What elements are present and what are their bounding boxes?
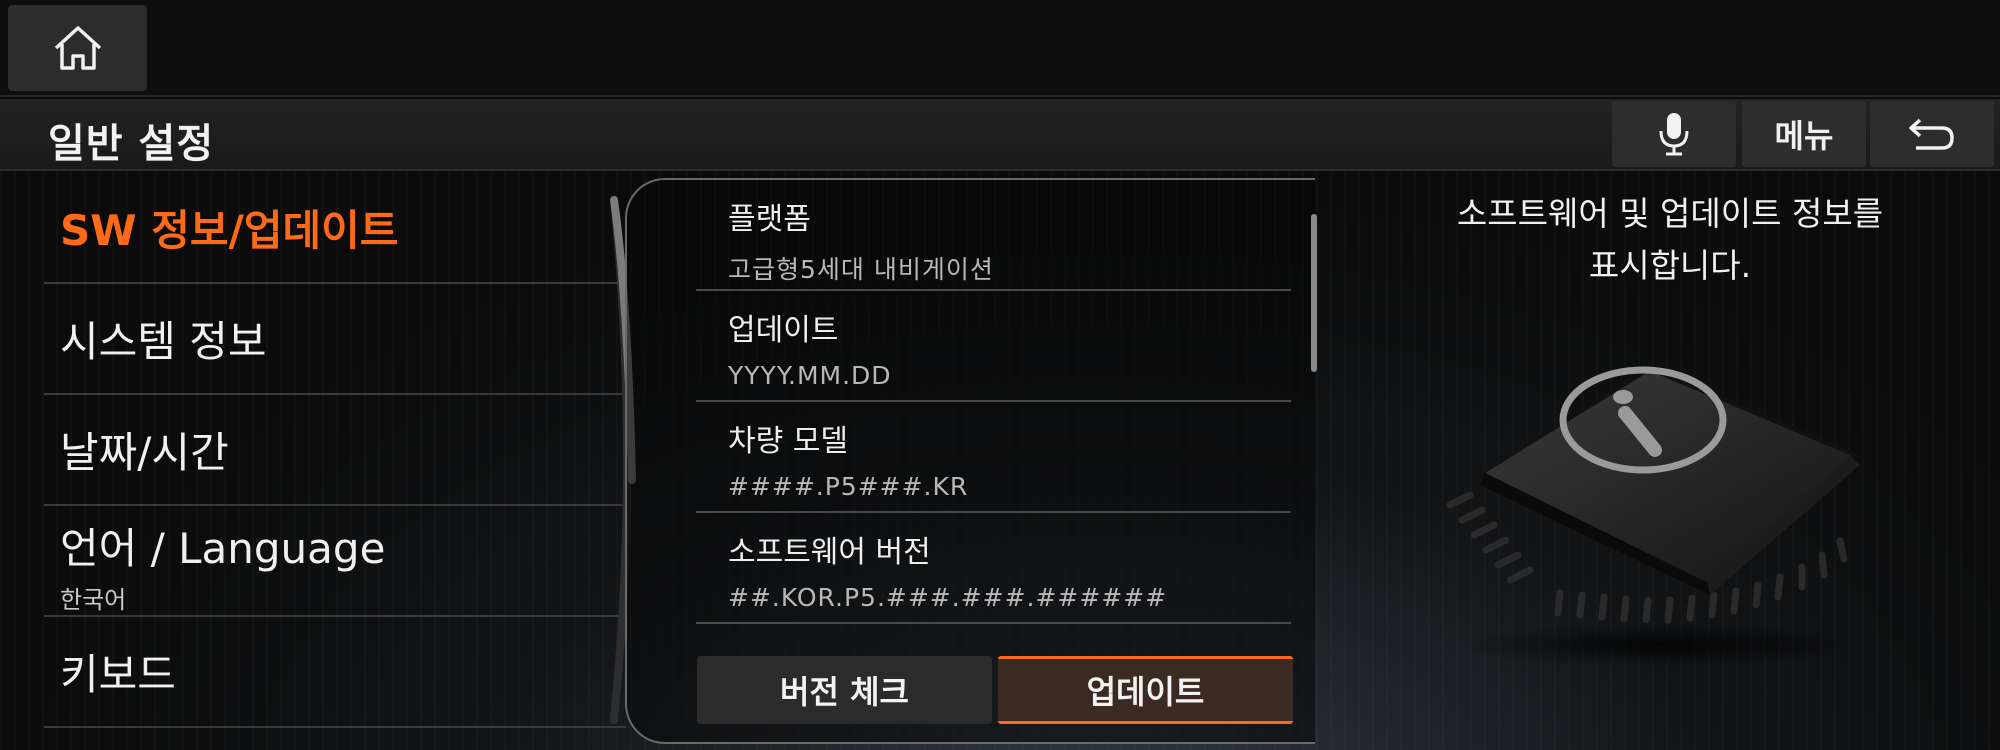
info-chip-icon [1446,365,1860,667]
description: 소프트웨어 및 업데이트 정보를 표시합니다. [1400,188,1940,292]
page-title: 일반 설정 [48,121,215,167]
menu-item-language[interactable]: 언어 / Language 한국어 [44,506,626,617]
header: 일반 설정 메뉴 [0,99,2000,171]
home-button[interactable] [8,5,147,91]
top-bar [0,0,2000,97]
info-row-vehicle-model: 차량 모델 ####.P5###.KR [696,402,1291,513]
menu-item-label: 키보드 [60,650,176,699]
voice-button[interactable] [1612,101,1736,167]
info-value: ##.KOR.P5.###.###.###### [728,583,1168,612]
info-label: 플랫폼 [728,202,811,237]
info-value: 고급형5세대 내비게이션 [728,255,994,284]
info-label: 차량 모델 [728,424,848,459]
back-arrow-icon [1909,118,1954,150]
menu-item-label: SW 정보/업데이트 [60,206,399,255]
info-list: 플랫폼 고급형5세대 내비게이션 업데이트 YYYY.MM.DD 차량 모델 #… [696,180,1291,624]
info-scrollbar[interactable] [1311,214,1317,372]
menu-item-system-info[interactable]: 시스템 정보 [44,284,626,395]
back-button[interactable] [1870,101,1994,167]
menu-item-date-time[interactable]: 날짜/시간 [44,395,626,506]
menu-item-label: 날짜/시간 [60,428,229,477]
menu-item-sublabel: 한국어 [60,585,127,614]
menu-button[interactable]: 메뉴 [1742,101,1866,167]
menu-item-keyboard[interactable]: 키보드 [44,617,626,728]
info-row-update: 업데이트 YYYY.MM.DD [696,291,1291,402]
description-line: 표시합니다. [1588,246,1752,285]
menu-item-label: 언어 / Language [60,523,386,573]
version-check-button[interactable]: 버전 체크 [697,656,992,724]
menu-item-label: 시스템 정보 [60,317,267,366]
info-value: YYYY.MM.DD [728,361,892,390]
action-buttons: 버전 체크 업데이트 [697,656,1293,724]
info-label: 업데이트 [728,313,839,348]
info-row-software-version: 소프트웨어 버전 ##.KOR.P5.###.###.###### [696,513,1291,624]
microphone-icon [1659,113,1689,156]
info-value: ####.P5###.KR [728,472,969,501]
description-line: 소프트웨어 및 업데이트 정보를 [1456,194,1884,233]
update-button[interactable]: 업데이트 [998,656,1293,724]
info-row-platform: 플랫폼 고급형5세대 내비게이션 [696,180,1291,291]
menu-item-sw-update[interactable]: SW 정보/업데이트 [44,173,626,284]
settings-menu: SW 정보/업데이트 시스템 정보 날짜/시간 언어 / Language 한국… [44,173,626,728]
info-label: 소프트웨어 버전 [728,535,931,570]
home-icon [54,26,101,70]
